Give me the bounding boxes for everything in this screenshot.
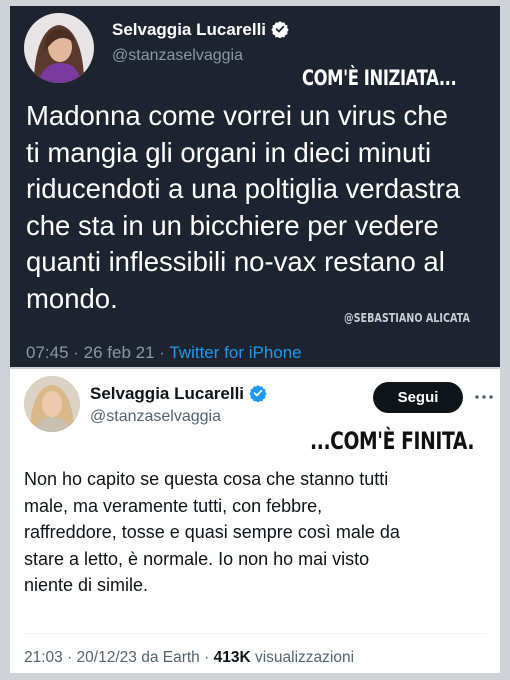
tweet-source-link[interactable]: Twitter for iPhone xyxy=(169,343,301,362)
author-avatar[interactable] xyxy=(24,376,80,432)
caption-overlay: ...COM'È FINITA. xyxy=(310,427,475,455)
author-name[interactable]: Selvaggia Lucarelli xyxy=(112,20,289,40)
divider xyxy=(24,633,486,634)
author-handle[interactable]: @stanzaselvaggia xyxy=(90,408,221,426)
author-name-text: Selvaggia Lucarelli xyxy=(112,20,267,39)
tweet-text-line: riducendoti a una poltiglia verdastra xyxy=(26,173,461,204)
tweet-text-line: quanti inflessibili no-vax restano al xyxy=(26,246,445,277)
view-count-label: visualizzazioni xyxy=(250,649,355,666)
tweet-text: Madonna come vorrei un virus che ti mang… xyxy=(26,98,496,317)
tweet-text-line: niente di simile. xyxy=(24,575,149,595)
tweet-text-line: Non ho capito se questa cosa che stanno … xyxy=(24,469,389,489)
watermark: @SEBASTIANO ALICATA xyxy=(344,311,470,325)
verified-badge-icon xyxy=(249,385,267,402)
author-name-text: Selvaggia Lucarelli xyxy=(90,384,245,403)
tweet-text: Non ho capito se questa cosa che stanno … xyxy=(24,466,494,599)
verified-badge-icon xyxy=(271,21,289,38)
tweet-card-top: Selvaggia Lucarelli @stanzaselvaggia COM… xyxy=(10,6,500,367)
more-horizontal-icon[interactable] xyxy=(473,387,495,407)
tweet-timestamp[interactable]: 21:03 · 20/12/23 da Earth · xyxy=(24,649,214,666)
tweet-text-line: ti mangia gli organi in dieci minuti xyxy=(26,136,432,168)
tweet-card-bottom: Selvaggia Lucarelli @stanzaselvaggia Seg… xyxy=(10,369,500,673)
tweet-timestamp[interactable]: 07:45 · 26 feb 21 · xyxy=(26,343,169,362)
view-count[interactable]: 413K xyxy=(214,649,251,666)
tweet-text-line: male, ma veramente tutti, con febbre, xyxy=(24,495,323,516)
author-handle[interactable]: @stanzaselvaggia xyxy=(112,47,243,65)
author-avatar[interactable] xyxy=(24,13,94,83)
tweet-text-line: raffreddore, tosse e quasi sempre così m… xyxy=(24,522,400,542)
tweet-meta: 21:03 · 20/12/23 da Earth · 413K visuali… xyxy=(24,649,354,667)
follow-button[interactable]: Segui xyxy=(373,382,463,413)
author-name[interactable]: Selvaggia Lucarelli xyxy=(90,384,267,404)
caption-overlay: COM'È INIZIATA... xyxy=(302,66,457,90)
tweet-meta: 07:45 · 26 feb 21 · Twitter for iPhone xyxy=(26,343,302,363)
tweet-text-line: Madonna come vorrei un virus che xyxy=(26,100,448,131)
tweet-text-line: che sta in un bicchiere per vedere xyxy=(26,209,439,241)
tweet-text-line: stare a letto, è normale. Io non ho mai … xyxy=(24,548,370,569)
